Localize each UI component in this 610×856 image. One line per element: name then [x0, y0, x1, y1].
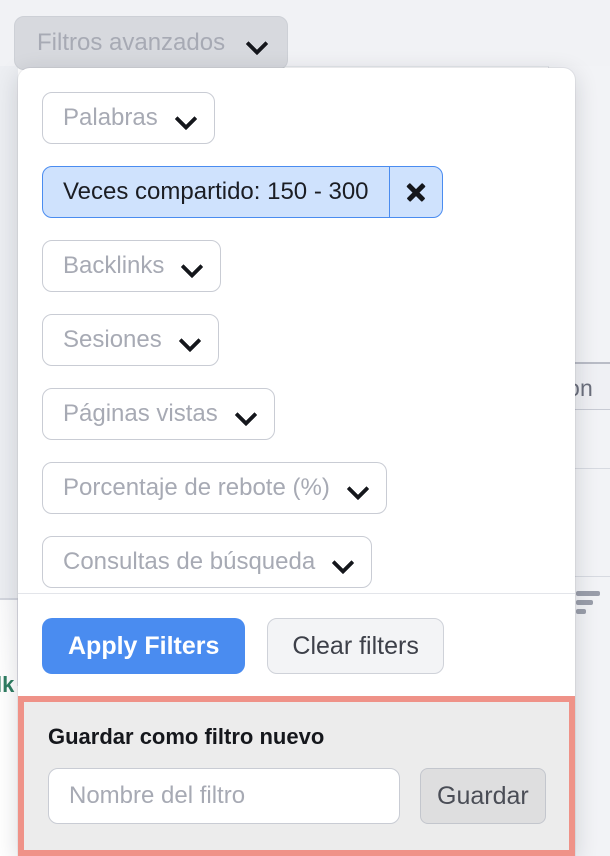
save-section-title: Guardar como filtro nuevo: [48, 724, 325, 749]
filter-item-backlinks: Backlinks: [42, 240, 575, 292]
advanced-filters-trigger-button[interactable]: Filtros avanzados: [14, 16, 289, 70]
filter-select-label: Páginas vistas: [63, 400, 218, 427]
filter-item-paginas-vistas: Páginas vistas: [42, 388, 575, 440]
active-filter-chip-label: Veces compartido: 150 - 300: [63, 178, 369, 205]
chevron-down-icon: [333, 552, 353, 572]
advanced-filters-trigger-label: Filtros avanzados: [37, 29, 226, 56]
filter-select-label: Backlinks: [63, 252, 165, 279]
chevron-down-icon: [182, 256, 202, 276]
filter-select-label: Consultas de búsqueda: [63, 548, 316, 575]
filter-item-veces-compartido: Veces compartido: 150 - 300: [42, 166, 575, 218]
filter-select-palabras[interactable]: Palabras: [42, 92, 215, 144]
advanced-filters-popover: Palabras Veces compartido: 150 - 300 Bac…: [18, 68, 575, 856]
apply-filters-button[interactable]: Apply Filters: [42, 618, 246, 674]
filter-select-consultas-busqueda[interactable]: Consultas de búsqueda: [42, 536, 373, 588]
chevron-down-icon: [348, 478, 368, 498]
background-left-strip-top: [0, 66, 18, 600]
chevron-down-icon: [176, 108, 196, 128]
filter-item-sesiones: Sesiones: [42, 314, 575, 366]
filter-item-consultas-busqueda: Consultas de búsqueda: [42, 536, 575, 588]
remove-filter-button[interactable]: [388, 167, 442, 217]
background-green-label: lk: [0, 672, 15, 697]
chevron-down-icon: [180, 330, 200, 350]
filter-select-label: Sesiones: [63, 326, 162, 353]
clear-filters-button[interactable]: Clear filters: [267, 618, 444, 674]
filter-select-porcentaje-rebote[interactable]: Porcentaje de rebote (%): [42, 462, 387, 514]
sort-filter-icon[interactable]: [576, 591, 602, 617]
filter-name-input[interactable]: [48, 768, 400, 824]
save-filter-row: Guardar: [48, 768, 546, 824]
filter-item-palabras: Palabras: [42, 92, 575, 144]
save-filter-button[interactable]: Guardar: [420, 768, 546, 824]
filter-item-porcentaje-rebote: Porcentaje de rebote (%): [42, 462, 575, 514]
chevron-down-icon: [247, 33, 267, 53]
filter-action-bar: Apply Filters Clear filters: [18, 593, 575, 696]
chevron-down-icon: [236, 404, 256, 424]
filter-select-sesiones[interactable]: Sesiones: [42, 314, 219, 366]
filter-select-label: Palabras: [63, 104, 158, 131]
filter-select-label: Porcentaje de rebote (%): [63, 474, 330, 501]
save-as-new-filter-section: Guardar como filtro nuevo Guardar: [18, 696, 575, 856]
filter-select-backlinks[interactable]: Backlinks: [42, 240, 222, 292]
filter-select-paginas-vistas[interactable]: Páginas vistas: [42, 388, 275, 440]
close-icon: [405, 181, 427, 203]
active-filter-chip-veces-compartido[interactable]: Veces compartido: 150 - 300: [42, 166, 443, 218]
filter-selectors-list[interactable]: Palabras Veces compartido: 150 - 300 Bac…: [18, 68, 575, 593]
